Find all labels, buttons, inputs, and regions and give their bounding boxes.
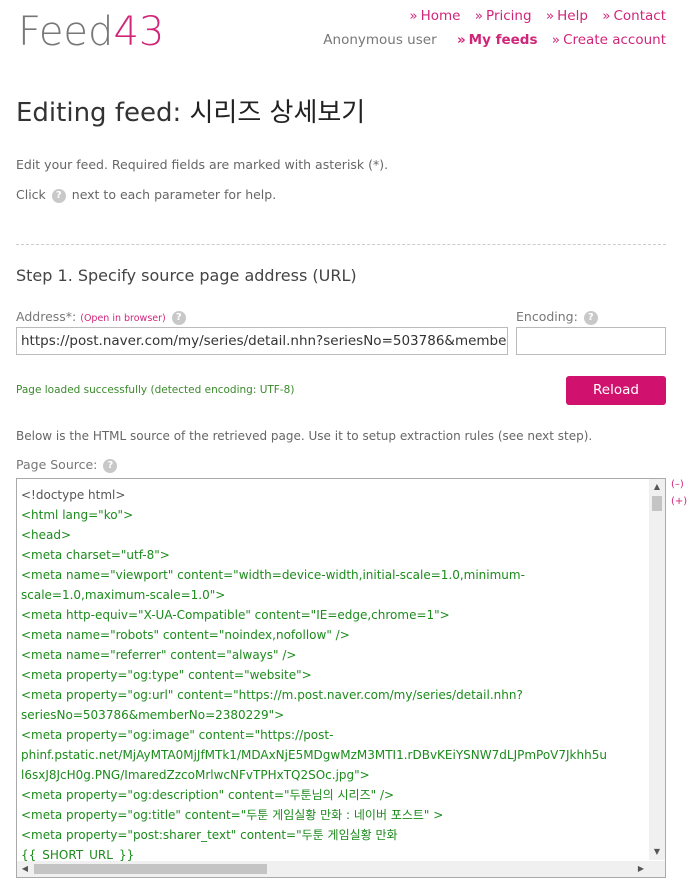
vertical-scrollbar[interactable]: ▲ ▼ (649, 479, 665, 860)
source-line: <meta charset="utf-8"> (21, 548, 170, 562)
source-description: Below is the HTML source of the retrieve… (16, 429, 593, 443)
intro-text: Edit your feed. Required fields are mark… (16, 157, 389, 172)
source-line: <meta property="post:sharer_text" conten… (21, 828, 398, 842)
logo-text-43: 43 (113, 9, 165, 55)
horizontal-scroll-thumb[interactable] (34, 864, 267, 874)
source-line: seriesNo=503786&memberNo=2380229"> (21, 708, 285, 722)
scroll-right-icon[interactable]: ▶ (633, 861, 649, 877)
collapse-source-button[interactable]: (–) (671, 479, 684, 490)
page-source-textarea[interactable]: <!doctype html> <html lang="ko"> <head> <me… (16, 478, 666, 878)
load-status: Page loaded successfully (detected encod… (16, 384, 295, 396)
source-line: scale=1.0,maximum-scale=1.0"> (21, 588, 226, 602)
expand-source-button[interactable]: (+) (671, 496, 687, 507)
address-label: Address*: (Open in browser) ? (16, 309, 188, 325)
source-line: <!doctype html> (21, 488, 126, 502)
horizontal-scrollbar[interactable]: ◀ ▶ (17, 861, 649, 877)
source-line: <meta property="og:url" content="https:/… (21, 688, 523, 702)
address-help-icon[interactable]: ? (171, 310, 186, 325)
source-line: <html lang="ko"> (21, 508, 134, 522)
intro-help-hint: Click ? next to each parameter for help. (16, 187, 277, 203)
vertical-scroll-thumb[interactable] (652, 496, 662, 511)
source-line: <meta name="referrer" content="always" /… (21, 648, 297, 662)
source-line: <meta property="og:image" content="https… (21, 728, 334, 742)
encoding-input[interactable] (516, 327, 666, 355)
source-line: l6sxJ8JcH0g.PNG/ImaredZzcoMrlwcNFvTPHxTQ… (21, 768, 370, 782)
address-input[interactable]: https://post.naver.com/my/series/detail.… (16, 327, 508, 355)
scroll-left-icon[interactable]: ◀ (17, 861, 33, 877)
encoding-help-icon[interactable]: ? (583, 310, 598, 325)
nav-create-account-link[interactable]: » Create account (552, 32, 666, 48)
source-line: <meta property="og:type" content="websit… (21, 668, 312, 682)
page-source-help-icon[interactable]: ? (103, 458, 118, 473)
user-name: Anonymous user (323, 32, 437, 48)
top-nav: » Home » Pricing » Help » Contact (399, 8, 666, 24)
source-line: <meta property="og:title" content="두툰 게임… (21, 808, 444, 822)
scroll-down-icon[interactable]: ▼ (649, 844, 665, 860)
encoding-label: Encoding: ? (516, 309, 600, 325)
nav-pricing-link[interactable]: » Pricing (475, 8, 532, 24)
nav-contact-link[interactable]: » Contact (602, 8, 666, 24)
source-line: <meta http-equiv="X-UA-Compatible" conte… (21, 608, 450, 622)
source-line: <meta name="viewport" content="width=dev… (21, 568, 525, 582)
page-title: Editing feed: 시리즈 상세보기 (16, 98, 366, 128)
step1-heading: Step 1. Specify source page address (URL… (16, 266, 357, 285)
help-icon: ? (51, 188, 66, 203)
source-line: <meta property="og:description" content=… (21, 788, 395, 802)
source-line: <head> (21, 528, 72, 542)
user-nav: Anonymous user » My feeds » Create account (323, 32, 666, 48)
scrollbar-corner (649, 861, 665, 877)
nav-home-link[interactable]: » Home (409, 8, 460, 24)
feed-name: 시리즈 상세보기 (189, 98, 366, 128)
logo[interactable]: Feed43 (18, 8, 164, 56)
nav-help-link[interactable]: » Help (546, 8, 588, 24)
nav-my-feeds-link[interactable]: » My feeds (457, 32, 538, 48)
source-code: <!doctype html> <html lang="ko"> <head> <me… (21, 485, 651, 865)
page-source-label: Page Source: ? (16, 457, 119, 473)
scroll-up-icon[interactable]: ▲ (649, 479, 665, 495)
source-line: <meta name="robots" content="noindex,nof… (21, 628, 350, 642)
open-in-browser-link[interactable]: (Open in browser) (80, 313, 166, 324)
logo-text-feed: Feed (18, 9, 114, 55)
source-line: phinf.pstatic.net/MjAyMTA0MjJfMTk1/MDAxN… (21, 748, 607, 762)
reload-button[interactable]: Reload (566, 376, 666, 405)
divider (16, 244, 666, 245)
